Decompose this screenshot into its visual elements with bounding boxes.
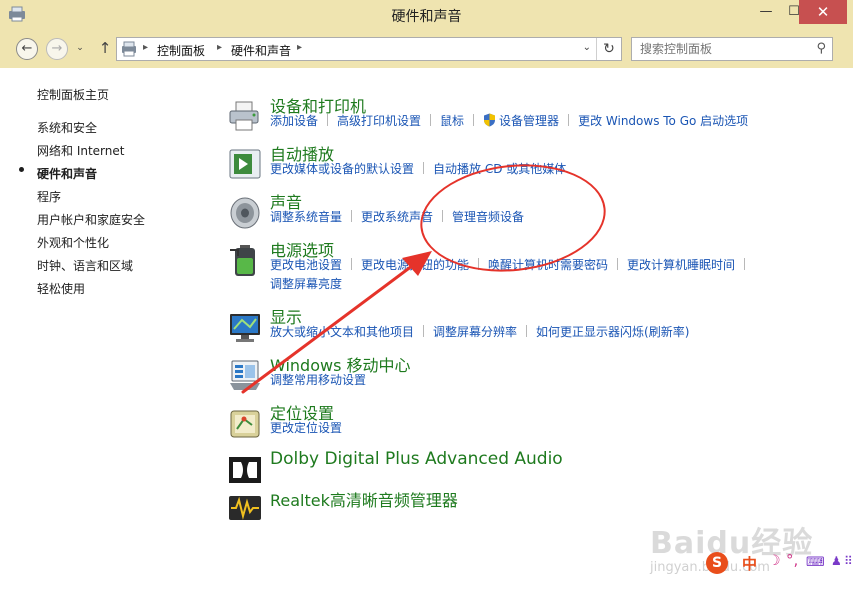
annotation-arrow: [241, 251, 432, 394]
ime-toolbar: S 中 ☽ °, ⌨ ♟ ⠿: [706, 549, 853, 577]
moon-icon[interactable]: ☽: [768, 553, 781, 569]
keyboard-icon[interactable]: ⌨: [806, 555, 825, 570]
grid-icon[interactable]: ⠿: [844, 554, 853, 568]
person-icon[interactable]: ♟: [831, 554, 842, 568]
punctuation-icon[interactable]: °,: [786, 551, 798, 569]
sogou-logo-icon[interactable]: S: [706, 552, 728, 574]
ime-chinese-mode[interactable]: 中: [742, 553, 757, 574]
